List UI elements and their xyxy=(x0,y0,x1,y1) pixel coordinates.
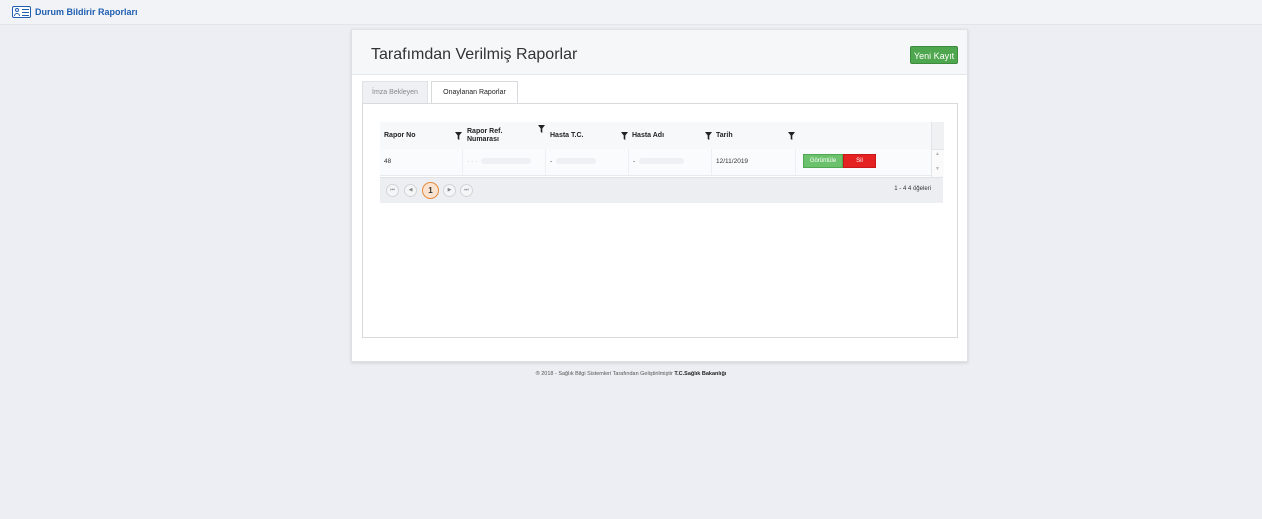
column-header-rapor-no[interactable]: Rapor No xyxy=(384,122,444,149)
scroll-down-icon[interactable]: ▼ xyxy=(935,166,940,172)
delete-button[interactable]: Sil xyxy=(843,154,876,168)
column-header-tarih[interactable]: Tarih xyxy=(716,122,776,149)
reports-panel: Tarafımdan Verilmiş Raporlar Yeni Kayıt … xyxy=(351,29,968,362)
filter-icon[interactable] xyxy=(621,132,628,140)
filter-icon[interactable] xyxy=(538,125,545,133)
grid-scrollbar[interactable]: ▲ ▼ xyxy=(931,122,944,177)
footer-org: T.C.Sağlık Bakanlığı xyxy=(674,371,727,377)
page-title: Tarafımdan Verilmiş Raporlar xyxy=(371,46,578,63)
view-button[interactable]: Görüntüle xyxy=(803,154,843,168)
column-label: Hasta T.C. xyxy=(550,131,584,139)
cell-hasta-adi-value: - xyxy=(633,158,636,165)
scrollbar-header xyxy=(932,122,944,150)
footer-text: ® 2018 - Sağlık Bilgi Sistemleri Tarafın… xyxy=(535,371,673,377)
reports-grid: Rapor No Rapor Ref. Numarası Hasta T.C. xyxy=(380,122,944,203)
cell-hasta-tc: - xyxy=(546,149,629,175)
scroll-up-icon[interactable]: ▲ xyxy=(935,151,940,157)
filter-icon[interactable] xyxy=(705,132,712,140)
current-page[interactable]: 1 xyxy=(422,182,439,199)
id-card-icon xyxy=(12,6,31,18)
new-record-button[interactable]: Yeni Kayıt xyxy=(910,46,958,64)
panel-header: Tarafımdan Verilmiş Raporlar Yeni Kayıt xyxy=(352,30,967,75)
prev-page-icon[interactable]: ◀ xyxy=(404,184,417,197)
cell-rapor-no: 48 xyxy=(380,149,463,175)
footer: ® 2018 - Sağlık Bilgi Sistemleri Tarafın… xyxy=(0,371,1262,377)
tab-content: Rapor No Rapor Ref. Numarası Hasta T.C. xyxy=(362,103,958,338)
column-header-rapor-ref[interactable]: Rapor Ref. Numarası xyxy=(467,122,515,149)
redacted-value xyxy=(481,158,532,165)
column-label: Tarih xyxy=(716,131,733,139)
pager: ⏮ ◀ 1 ▶ ⏭ 1 - 4 4 öğeleri xyxy=(380,177,943,203)
redacted-value xyxy=(556,158,597,165)
column-label: Rapor No xyxy=(384,131,416,139)
filter-icon[interactable] xyxy=(788,132,795,140)
cell-hasta-tc-value: - xyxy=(550,158,553,165)
table-row[interactable]: 48 · · · - - 12/11/2019 Görüntüle Sil xyxy=(380,149,931,176)
column-label: Hasta Adı xyxy=(632,131,665,139)
brand-link[interactable]: Durum Bildirir Raporları xyxy=(12,5,138,19)
cell-rapor-ref: · · · xyxy=(463,149,546,175)
last-page-icon[interactable]: ⏭ xyxy=(460,184,473,197)
redacted-value xyxy=(639,158,685,165)
first-page-icon[interactable]: ⏮ xyxy=(386,184,399,197)
next-page-icon[interactable]: ▶ xyxy=(443,184,456,197)
column-label: Rapor Ref. Numarası xyxy=(467,127,503,143)
column-header-hasta-adi[interactable]: Hasta Adı xyxy=(632,122,692,149)
tab-pending-signature[interactable]: İmza Bekleyen xyxy=(362,81,428,103)
tab-approved-reports[interactable]: Onaylanan Raporlar xyxy=(431,81,518,104)
column-header-hasta-tc[interactable]: Hasta T.C. xyxy=(550,122,610,149)
pager-info: 1 - 4 4 öğeleri xyxy=(894,186,931,192)
filter-icon[interactable] xyxy=(455,132,462,140)
cell-rapor-ref-value: · · · xyxy=(467,158,478,165)
cell-tarih: 12/11/2019 xyxy=(712,149,796,175)
top-bar: Durum Bildirir Raporları xyxy=(0,0,1262,25)
cell-hasta-adi: - xyxy=(629,149,712,175)
grid-header: Rapor No Rapor Ref. Numarası Hasta T.C. xyxy=(380,122,931,150)
brand-label: Durum Bildirir Raporları xyxy=(35,7,138,17)
